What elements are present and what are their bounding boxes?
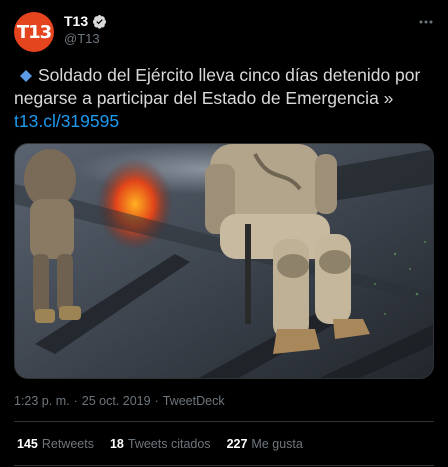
tweet-stats: 145 Retweets 18 Tweets citados 227 Me gu… <box>17 437 303 451</box>
quote-tweets-count: 18 <box>109 437 124 451</box>
retweets-stat[interactable]: 145 Retweets <box>17 437 94 451</box>
tweet-link[interactable]: t13.cl/319595 <box>14 111 119 131</box>
meta-separator: · <box>154 394 159 408</box>
verified-badge-icon <box>93 14 107 29</box>
photo-image <box>15 144 433 378</box>
divider <box>14 421 434 422</box>
divider <box>14 465 434 466</box>
retweets-count: 145 <box>17 437 38 451</box>
likes-stat[interactable]: 227 Me gusta <box>227 437 303 451</box>
tweet-source[interactable]: TweetDeck <box>163 394 225 408</box>
tweet-card: T13 T13 @T13 Soldado del Ejército lleva … <box>0 0 448 467</box>
display-name[interactable]: T13 <box>64 13 88 29</box>
tweet-body: Soldado del Ejército lleva cinco días de… <box>14 65 421 108</box>
quote-tweets-label: Tweets citados <box>127 437 211 451</box>
tweet-media-photo[interactable] <box>14 143 434 379</box>
retweets-label: Retweets <box>41 437 94 451</box>
blue-diamond-icon <box>20 69 32 82</box>
user-handle[interactable]: @T13 <box>64 31 100 46</box>
tweet-text: Soldado del Ejército lleva cinco días de… <box>14 64 434 133</box>
meta-separator: · <box>73 394 78 408</box>
avatar-logo-text: T13 <box>16 21 52 43</box>
likes-count: 227 <box>226 437 248 451</box>
likes-label: Me gusta <box>251 437 303 451</box>
avatar[interactable]: T13 <box>14 12 54 52</box>
tweet-time[interactable]: 1:23 p. m. <box>14 394 70 408</box>
tweet-meta: 1:23 p. m. · 25 oct. 2019 · TweetDeck <box>14 394 225 408</box>
quote-tweets-stat[interactable]: 18 Tweets citados <box>110 437 211 451</box>
author-name-row: T13 <box>64 13 107 29</box>
tweet-date[interactable]: 25 oct. 2019 <box>82 394 151 408</box>
more-options-icon[interactable] <box>418 14 434 30</box>
